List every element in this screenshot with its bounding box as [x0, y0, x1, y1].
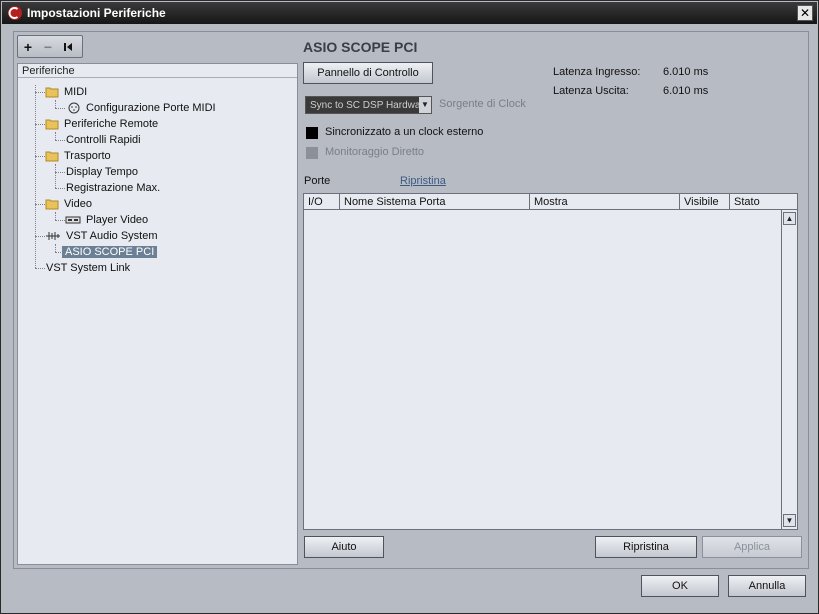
video-player-icon — [65, 216, 81, 224]
device-title: ASIO SCOPE PCI — [303, 39, 418, 55]
folder-icon — [45, 151, 59, 162]
window-title: Impostazioni Periferiche — [27, 6, 166, 20]
tree-item-midi-port-setup[interactable]: Configurazione Porte MIDI — [67, 100, 219, 116]
direct-monitoring-checkbox[interactable] — [306, 147, 318, 159]
column-state[interactable]: Stato — [730, 194, 797, 210]
reset-button[interactable]: Ripristina — [595, 536, 697, 558]
column-show[interactable]: Mostra — [530, 194, 680, 210]
device-tree[interactable]: Periferiche — [17, 63, 298, 565]
tree-item-asio-scope-pci[interactable]: ASIO SCOPE PCI — [62, 244, 158, 260]
tree-item-midi[interactable]: MIDI — [45, 84, 90, 100]
tree-item-vst-audio-system[interactable]: VST Audio System — [45, 228, 161, 244]
close-button[interactable]: ✕ — [797, 5, 813, 21]
ports-table-scrollbar[interactable]: ▲ ▼ — [781, 210, 797, 529]
output-latency-label: Latenza Uscita: — [553, 85, 629, 97]
clock-source-label: Sorgente di Clock — [439, 98, 526, 110]
add-device-button[interactable]: + — [18, 37, 38, 57]
tree-header: Periferiche — [18, 64, 297, 78]
ports-table-header: I/O Nome Sistema Porta Mostra Visibile S… — [304, 194, 797, 210]
tree-item-record-time-max[interactable]: Registrazione Max. — [63, 180, 163, 196]
cubase-logo-icon — [7, 5, 23, 21]
folder-icon — [45, 199, 59, 210]
column-visible[interactable]: Visibile — [680, 194, 730, 210]
scroll-down-icon[interactable]: ▼ — [783, 514, 796, 527]
clock-source-select[interactable]: Sync to SC DSP Hardwa ▼ — [305, 96, 432, 114]
remove-device-button[interactable]: − — [38, 37, 58, 57]
reset-ports-link[interactable]: Ripristina — [400, 175, 446, 187]
input-latency-label: Latenza Ingresso: — [553, 66, 641, 78]
control-panel-button[interactable]: Pannello di Controllo — [303, 62, 433, 84]
output-latency-value: 6.010 ms — [663, 85, 709, 97]
tree-item-vst-system-link[interactable]: VST System Link — [43, 260, 133, 276]
external-clock-checkbox[interactable] — [306, 127, 318, 139]
column-io[interactable]: I/O — [304, 194, 340, 210]
input-latency-value: 6.010 ms — [663, 66, 709, 78]
tree-item-video[interactable]: Video — [45, 196, 95, 212]
direct-monitoring-label: Monitoraggio Diretto — [325, 146, 425, 158]
ports-table[interactable]: I/O Nome Sistema Porta Mostra Visibile S… — [303, 193, 798, 530]
external-clock-label: Sincronizzato a un clock esterno — [325, 126, 484, 138]
reset-device-button[interactable] — [58, 37, 78, 57]
cancel-button[interactable]: Annulla — [728, 575, 806, 597]
tree-item-time-display[interactable]: Display Tempo — [63, 164, 141, 180]
help-button[interactable]: Aiuto — [304, 536, 384, 558]
device-toolbar: + − — [17, 35, 83, 58]
folder-icon — [45, 87, 59, 98]
tree-item-transport[interactable]: Trasporto — [45, 148, 114, 164]
title-bar[interactable]: Impostazioni Periferiche ✕ — [2, 2, 817, 24]
apply-button[interactable]: Applica — [702, 536, 802, 558]
reset-icon — [64, 42, 72, 51]
scroll-up-icon[interactable]: ▲ — [783, 212, 796, 225]
ports-label: Porte — [304, 175, 331, 187]
tree-item-remote-devices[interactable]: Periferiche Remote — [45, 116, 161, 132]
tree-item-video-player[interactable]: Player Video — [65, 212, 151, 228]
chevron-down-icon: ▼ — [419, 97, 431, 113]
tree-item-quick-controls[interactable]: Controlli Rapidi — [63, 132, 144, 148]
folder-icon — [45, 119, 59, 130]
ok-button[interactable]: OK — [641, 575, 719, 597]
device-setup-window: Impostazioni Periferiche ✕ + − Periferic… — [0, 0, 819, 614]
column-port-name[interactable]: Nome Sistema Porta — [340, 194, 530, 210]
audio-system-icon — [46, 232, 60, 240]
midi-port-icon — [68, 102, 80, 114]
